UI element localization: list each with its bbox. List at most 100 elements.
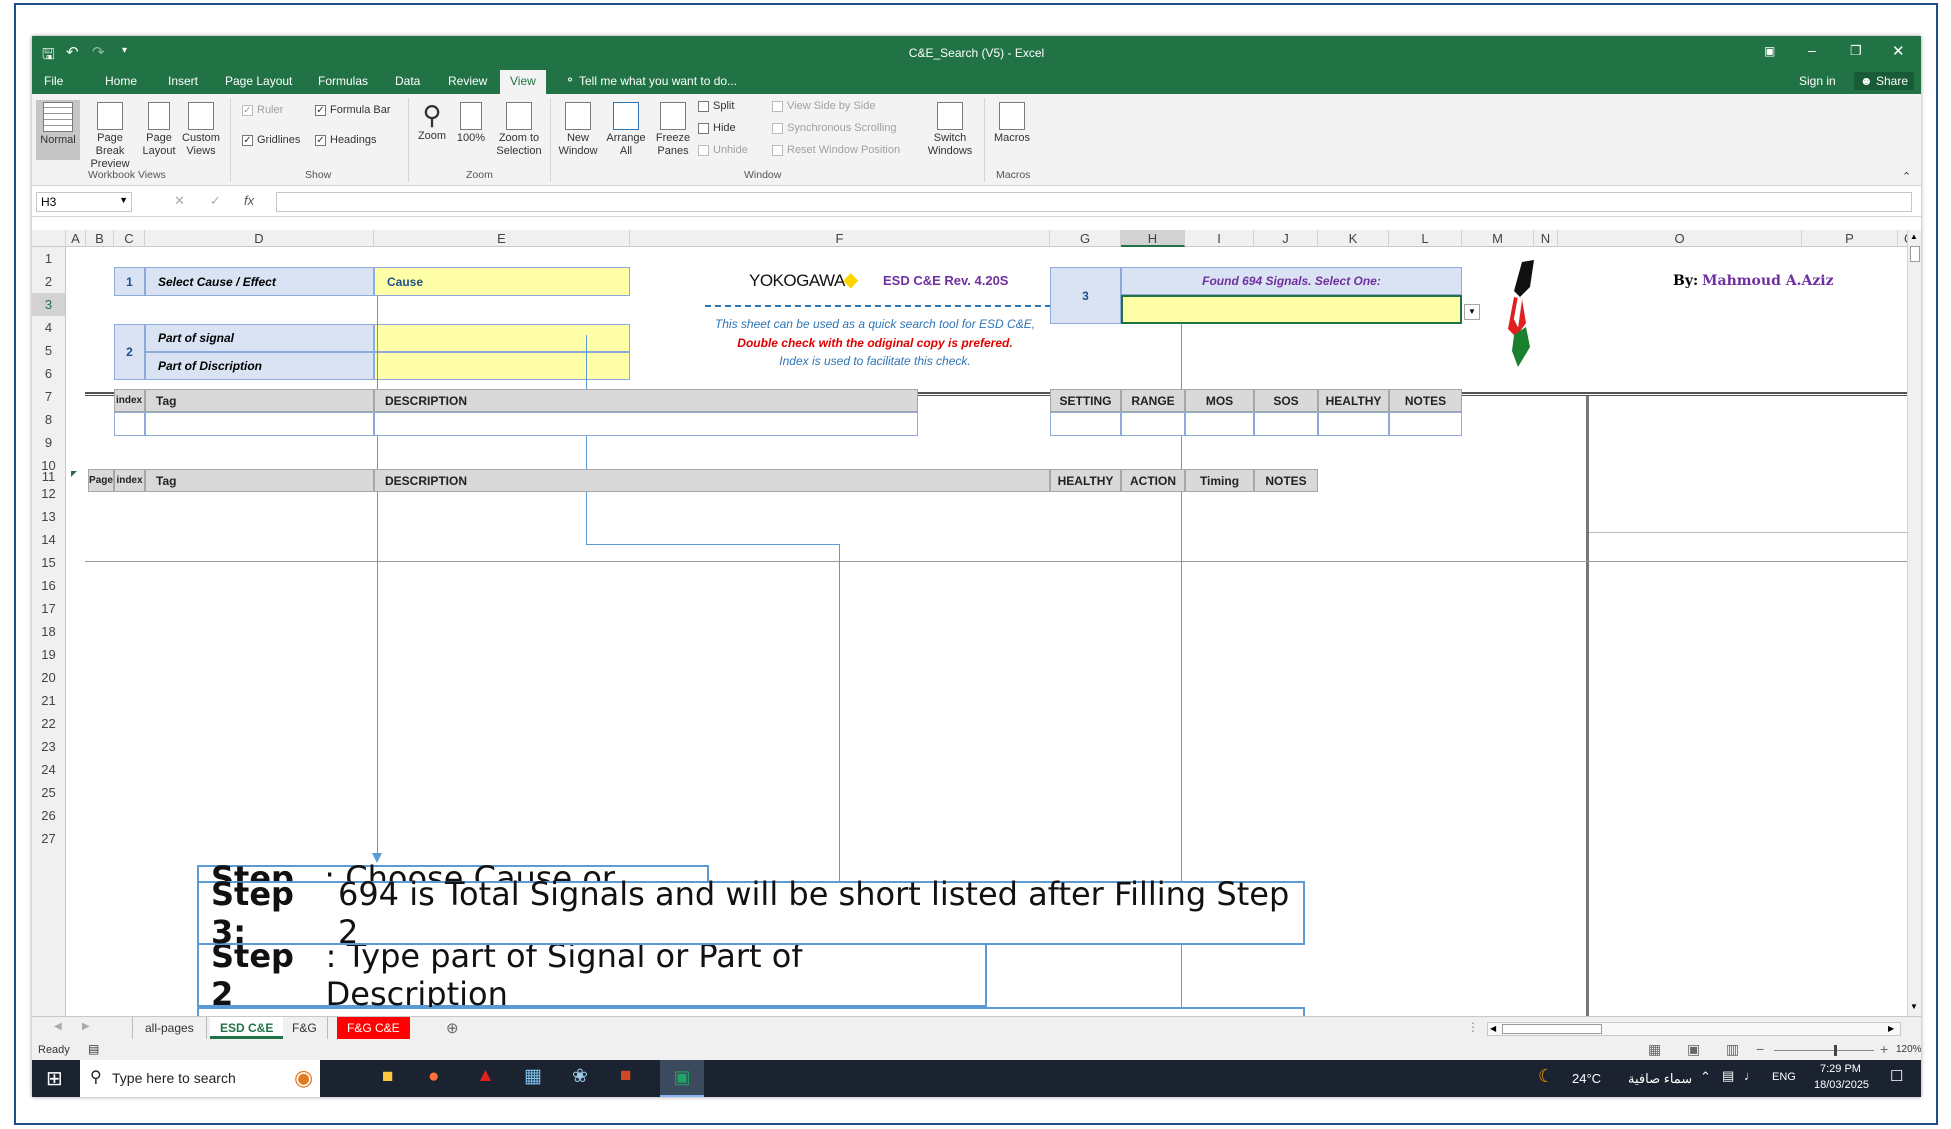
notifications-icon[interactable]: ☐	[1890, 1067, 1903, 1085]
row-header[interactable]: 4	[32, 316, 66, 339]
tell-me-input[interactable]: Tell me what you want to do...	[579, 74, 737, 88]
table1-cell[interactable]	[374, 412, 918, 436]
reset-window-position-button[interactable]: Reset Window Position	[772, 144, 900, 156]
column-header[interactable]: G	[1050, 230, 1121, 247]
table1-cell[interactable]	[114, 412, 145, 436]
tray-chevron-icon[interactable]: ⌃	[1700, 1069, 1711, 1085]
row-header[interactable]: 15	[32, 551, 66, 574]
vertical-scroll-thumb[interactable]	[1910, 246, 1920, 262]
sheet-tab-esd-ce[interactable]: ESD C&E	[210, 1017, 284, 1039]
search-highlights-icon[interactable]: ◉	[294, 1065, 313, 1091]
column-header-selected[interactable]: H	[1121, 230, 1185, 247]
row-header[interactable]: 8	[32, 408, 66, 431]
share-button[interactable]: ☻ Share	[1854, 72, 1915, 90]
zoom-level[interactable]: 120%	[1896, 1044, 1921, 1055]
column-header[interactable]: F	[630, 230, 1050, 247]
table1-cell[interactable]	[1254, 412, 1318, 436]
row-header[interactable]: 25	[32, 781, 66, 804]
row-header[interactable]: 5	[32, 339, 66, 362]
table1-cell[interactable]	[1050, 412, 1121, 436]
row-header[interactable]: 16	[32, 574, 66, 597]
tab-insert[interactable]: Insert	[168, 74, 198, 88]
column-header[interactable]: M	[1462, 230, 1534, 247]
horizontal-scroll-thumb[interactable]	[1502, 1024, 1602, 1034]
unhide-button[interactable]: Unhide	[698, 144, 748, 156]
row-header[interactable]: 17	[32, 597, 66, 620]
add-sheet-icon[interactable]: ⊕	[446, 1019, 459, 1037]
column-header[interactable]: O	[1558, 230, 1802, 247]
collapse-ribbon-icon[interactable]: ⌃	[1902, 170, 1911, 183]
notepad-icon[interactable]: ▦	[524, 1065, 542, 1088]
file-explorer-icon[interactable]: ■	[382, 1066, 393, 1088]
row-header[interactable]: 14	[32, 528, 66, 551]
tab-view[interactable]: View	[500, 70, 546, 94]
page-break-preview-button[interactable]: Page Break Preview	[82, 102, 138, 171]
close-icon[interactable]: ✕	[1892, 42, 1905, 60]
arrange-all-button[interactable]: Arrange All	[604, 102, 648, 158]
clock-date[interactable]: 18/03/2025	[1814, 1079, 1869, 1091]
temperature[interactable]: 24°C	[1572, 1071, 1601, 1086]
zoom-slider[interactable]	[1774, 1045, 1874, 1056]
table1-cell[interactable]	[1185, 412, 1254, 436]
tab-page-layout[interactable]: Page Layout	[225, 74, 292, 88]
ruler-checkbox[interactable]: ✓ Ruler	[242, 104, 283, 116]
row-header[interactable]: 24	[32, 758, 66, 781]
table1-cell[interactable]	[145, 412, 374, 436]
firefox-icon[interactable]: ●	[428, 1066, 439, 1088]
enter-icon[interactable]: ✓	[210, 193, 221, 209]
macro-record-icon[interactable]: ▤	[88, 1042, 99, 1056]
cause-effect-input[interactable]: Cause	[374, 267, 630, 296]
insert-function-button[interactable]: fx	[244, 193, 254, 208]
row-header[interactable]: 2	[32, 270, 66, 293]
column-header[interactable]: J	[1254, 230, 1318, 247]
windows-start-icon[interactable]: ⊞	[46, 1066, 63, 1091]
new-window-button[interactable]: New Window	[556, 102, 600, 158]
volume-icon[interactable]: ♩	[1744, 1068, 1757, 1083]
clock-time[interactable]: 7:29 PM	[1820, 1063, 1861, 1075]
tab-formulas[interactable]: Formulas	[318, 74, 368, 88]
zoom-slider-thumb[interactable]	[1834, 1045, 1837, 1056]
table1-cell[interactable]	[1121, 412, 1185, 436]
tab-home[interactable]: Home	[105, 74, 137, 88]
formula-bar-checkbox[interactable]: ✓ Formula Bar	[315, 104, 391, 116]
column-header[interactable]: D	[145, 230, 374, 247]
switch-windows-button[interactable]: Switch Windows	[922, 102, 978, 158]
view-side-by-side-button[interactable]: View Side by Side	[772, 100, 875, 112]
page-break-status-icon[interactable]: ▥	[1726, 1041, 1739, 1058]
horizontal-scrollbar[interactable]: ◀ ▶	[1487, 1022, 1901, 1036]
column-header[interactable]: N	[1534, 230, 1558, 247]
zoom-100-button[interactable]: 100%	[454, 102, 488, 145]
row-header[interactable]: 6	[32, 362, 66, 385]
row-header[interactable]: 23	[32, 735, 66, 758]
column-header[interactable]: B	[86, 230, 114, 247]
row-header[interactable]: 12	[32, 482, 66, 505]
split-button[interactable]: Split	[698, 100, 734, 112]
row-header[interactable]: 13	[32, 505, 66, 528]
zoom-to-selection-button[interactable]: Zoom to Selection	[492, 102, 546, 158]
dropdown-arrow-button[interactable]: ▼	[1464, 304, 1480, 320]
column-header[interactable]: K	[1318, 230, 1389, 247]
paint-icon[interactable]: ❀	[572, 1065, 588, 1088]
powerpoint-icon[interactable]: ■	[620, 1065, 631, 1087]
macros-button[interactable]: Macros	[990, 102, 1034, 145]
row-header[interactable]: 7	[32, 385, 66, 408]
prev-sheet-icon[interactable]: ◀	[54, 1021, 62, 1032]
sheet-tab-all-pages[interactable]: all-pages	[132, 1017, 207, 1039]
normal-view-status-icon[interactable]: ▦	[1648, 1041, 1661, 1058]
scroll-down-icon[interactable]: ▼	[1910, 1002, 1918, 1011]
column-header[interactable]: L	[1389, 230, 1462, 247]
normal-view-button[interactable]: Normal	[36, 100, 80, 160]
row-header[interactable]: 26	[32, 804, 66, 827]
row-header[interactable]: 9	[32, 431, 66, 454]
page-layout-view-button[interactable]: Page Layout	[142, 102, 176, 158]
next-sheet-icon[interactable]: ▶	[82, 1021, 90, 1032]
formula-input[interactable]	[276, 192, 1912, 212]
vertical-scrollbar[interactable]: ▲ ▼	[1907, 230, 1921, 1016]
row-header[interactable]: 3	[32, 293, 66, 316]
taskbar-search-box[interactable]: ⚲ Type here to search	[80, 1060, 320, 1097]
headings-checkbox[interactable]: ✓ Headings	[315, 134, 376, 146]
cancel-icon[interactable]: ✕	[174, 193, 185, 209]
row-header[interactable]: 27	[32, 827, 66, 850]
freeze-panes-button[interactable]: Freeze Panes	[652, 102, 694, 158]
name-box[interactable]: H3 ▼	[36, 192, 132, 212]
